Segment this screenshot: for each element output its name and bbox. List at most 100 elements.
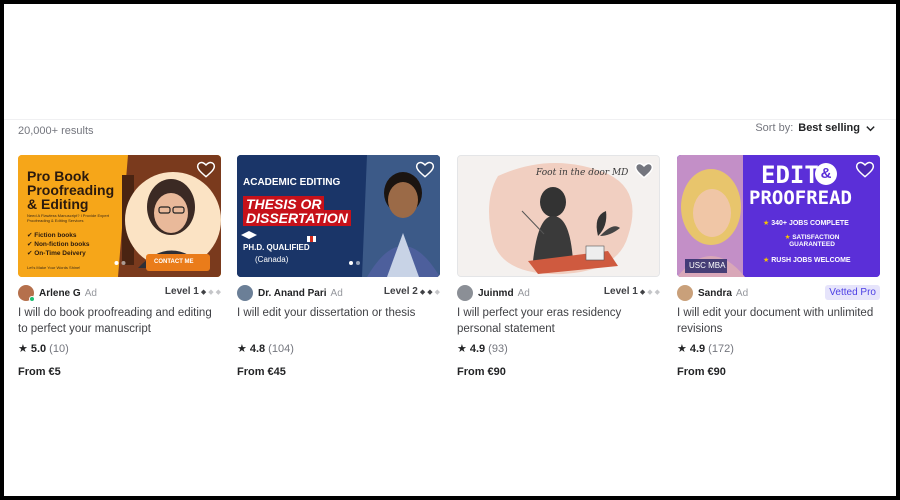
price: From €45 xyxy=(237,366,286,378)
thumb-line: DISSERTATION xyxy=(243,210,351,226)
level-diamond-icon: ◆ xyxy=(200,288,207,296)
sort-dropdown[interactable]: Sort by: Best selling xyxy=(755,122,876,134)
heart-icon[interactable] xyxy=(415,160,435,180)
review-count: (172) xyxy=(708,342,734,355)
thumb-point-text: 340+ JOBS COMPLETE xyxy=(771,220,849,227)
thumb-headline: EDIT xyxy=(761,161,819,189)
star-icon: ★ xyxy=(18,343,28,355)
star-icon: ★ xyxy=(457,343,467,355)
rating-value: 5.0 xyxy=(30,342,47,355)
seller-level: Level 2 ◆ ◆ ◆ xyxy=(384,286,440,297)
gig-results-page: 20,000+ results Sort by: Best selling Pr… xyxy=(4,4,896,496)
ad-label: Ad xyxy=(735,287,749,299)
price: From €90 xyxy=(677,366,726,378)
gig-title[interactable]: I will edit your dissertation or thesis xyxy=(237,305,440,337)
seller-row: Arlene G Ad Level 1 ◆ ◆ ◆ xyxy=(18,285,221,302)
level-diamond-icon: ◆ xyxy=(654,288,660,296)
rating: ★ 4.9 (93) xyxy=(457,342,660,356)
seller-row: Sandra Ad Vetted Pro xyxy=(677,285,880,301)
gig-title[interactable]: I will do book proofreading and editing … xyxy=(18,305,221,337)
seller-name[interactable]: Sandra xyxy=(698,288,732,299)
thumb-point: ★ RUSH JOBS WELCOME xyxy=(763,256,851,264)
gig-card[interactable]: Foot in the door MD Juinmd Ad Level 1 ◆ … xyxy=(457,155,660,378)
results-count: 20,000+ results xyxy=(18,125,94,137)
thumb-subtext: Need A Flawless Manuscript? I Provide Ex… xyxy=(27,213,110,223)
gig-thumbnail[interactable]: ACADEMIC EDITING THESIS OR DISSERTATION … xyxy=(237,155,440,277)
chevron-down-icon[interactable] xyxy=(865,123,876,134)
heart-icon[interactable] xyxy=(855,160,875,180)
sort-value[interactable]: Best selling xyxy=(798,122,860,134)
level-diamond-icon: ◆ xyxy=(419,288,426,296)
seller-level: Level 1 ◆ ◆ ◆ xyxy=(165,286,221,297)
thumb-point-text: SATISFACTION GUARANTEED xyxy=(789,234,840,248)
avatar[interactable] xyxy=(237,285,253,301)
seller-name[interactable]: Arlene G xyxy=(39,288,81,299)
thumb-headline: Proofreading xyxy=(27,182,115,198)
gig-card[interactable]: ACADEMIC EDITING THESIS OR DISSERTATION … xyxy=(237,155,440,378)
thumb-headline: & Editing xyxy=(27,196,89,212)
seller-row: Juinmd Ad Level 1 ◆ ◆ ◆ xyxy=(457,285,660,301)
thumb-cta: CONTACT ME xyxy=(154,259,194,265)
star-icon: ★ xyxy=(237,343,247,355)
carousel-dots[interactable] xyxy=(114,261,125,265)
gig-title[interactable]: I will edit your document with unlimited… xyxy=(677,305,880,337)
level-diamond-icon: ◆ xyxy=(208,288,214,296)
gig-card[interactable]: Pro Book Proofreading & Editing Need A F… xyxy=(18,155,221,378)
level-label: Level 1 xyxy=(164,286,199,297)
gig-title[interactable]: I will perfect your eras residency perso… xyxy=(457,305,660,337)
carousel-dots[interactable] xyxy=(349,261,360,265)
level-label: Level 2 xyxy=(383,286,418,297)
heart-icon[interactable] xyxy=(196,160,216,180)
avatar[interactable] xyxy=(18,285,35,302)
star-icon: ★ xyxy=(763,220,772,227)
star-icon: ★ xyxy=(677,343,687,355)
seller-name[interactable]: Dr. Anand Pari xyxy=(258,288,327,299)
rating: ★ 4.8 (104) xyxy=(237,342,440,356)
ad-label: Ad xyxy=(84,287,97,299)
thumb-line: ACADEMIC EDITING xyxy=(243,177,341,188)
thumb-point: ★ 340+ JOBS COMPLETE xyxy=(763,219,849,227)
level-diamond-icon: ◆ xyxy=(215,288,221,296)
thumb-bullet: ✔ Non-fiction books xyxy=(27,241,90,248)
thumb-bullet: ✔ Fiction books xyxy=(27,232,77,239)
heart-icon[interactable] xyxy=(634,161,654,181)
thumb-amp: & xyxy=(815,163,837,185)
review-count: (93) xyxy=(488,342,508,355)
review-count: (104) xyxy=(268,342,294,355)
ad-label: Ad xyxy=(517,287,530,299)
star-icon: ★ xyxy=(763,257,772,264)
thumb-tag: USC MBA xyxy=(689,261,726,270)
seller-name[interactable]: Juinmd xyxy=(478,288,514,299)
thumb-bullet: ✔ On-Time Deivery xyxy=(27,250,86,257)
gig-card[interactable]: EDIT & PROOFREAD ★ 340+ JOBS COMPLETE ★ … xyxy=(677,155,880,378)
seller-level: Level 1 ◆ ◆ ◆ xyxy=(604,286,660,297)
review-count: (10) xyxy=(49,342,69,355)
avatar[interactable] xyxy=(677,285,693,301)
rating-value: 4.8 xyxy=(249,342,266,355)
rating-value: 4.9 xyxy=(469,342,486,355)
thumb-headline: Pro Book xyxy=(27,168,90,184)
level-diamond-icon: ◆ xyxy=(434,288,440,296)
level-diamond-icon: ◆ xyxy=(427,288,433,296)
avatar[interactable] xyxy=(457,285,473,301)
rating: ★ 5.0 (10) xyxy=(18,342,221,356)
ad-label: Ad xyxy=(330,287,343,299)
level-diamond-icon: ◆ xyxy=(647,288,653,296)
thumb-script: Foot in the door MD xyxy=(536,168,629,178)
thumb-point: ★ SATISFACTION GUARANTEED xyxy=(777,234,847,248)
gig-thumbnail[interactable]: Foot in the door MD xyxy=(457,155,660,277)
divider xyxy=(4,119,896,120)
rating-value: 4.9 xyxy=(689,342,706,355)
online-indicator xyxy=(29,296,35,302)
thumb-country: (Canada) xyxy=(255,255,289,264)
thumb-footer: Let's Make Your Words Shine! xyxy=(27,265,81,270)
gig-thumbnail[interactable]: EDIT & PROOFREAD ★ 340+ JOBS COMPLETE ★ … xyxy=(677,155,880,277)
level-label: Level 1 xyxy=(603,286,638,297)
level-diamond-icon: ◆ xyxy=(639,288,646,296)
thumb-point-text: RUSH JOBS WELCOME xyxy=(771,257,851,264)
vetted-pro-badge: Vetted Pro xyxy=(825,285,880,300)
price: From €90 xyxy=(457,366,506,378)
thumb-qual: PH.D. QUALIFIED xyxy=(243,243,310,252)
price: From €5 xyxy=(18,366,61,378)
gig-thumbnail[interactable]: Pro Book Proofreading & Editing Need A F… xyxy=(18,155,221,277)
